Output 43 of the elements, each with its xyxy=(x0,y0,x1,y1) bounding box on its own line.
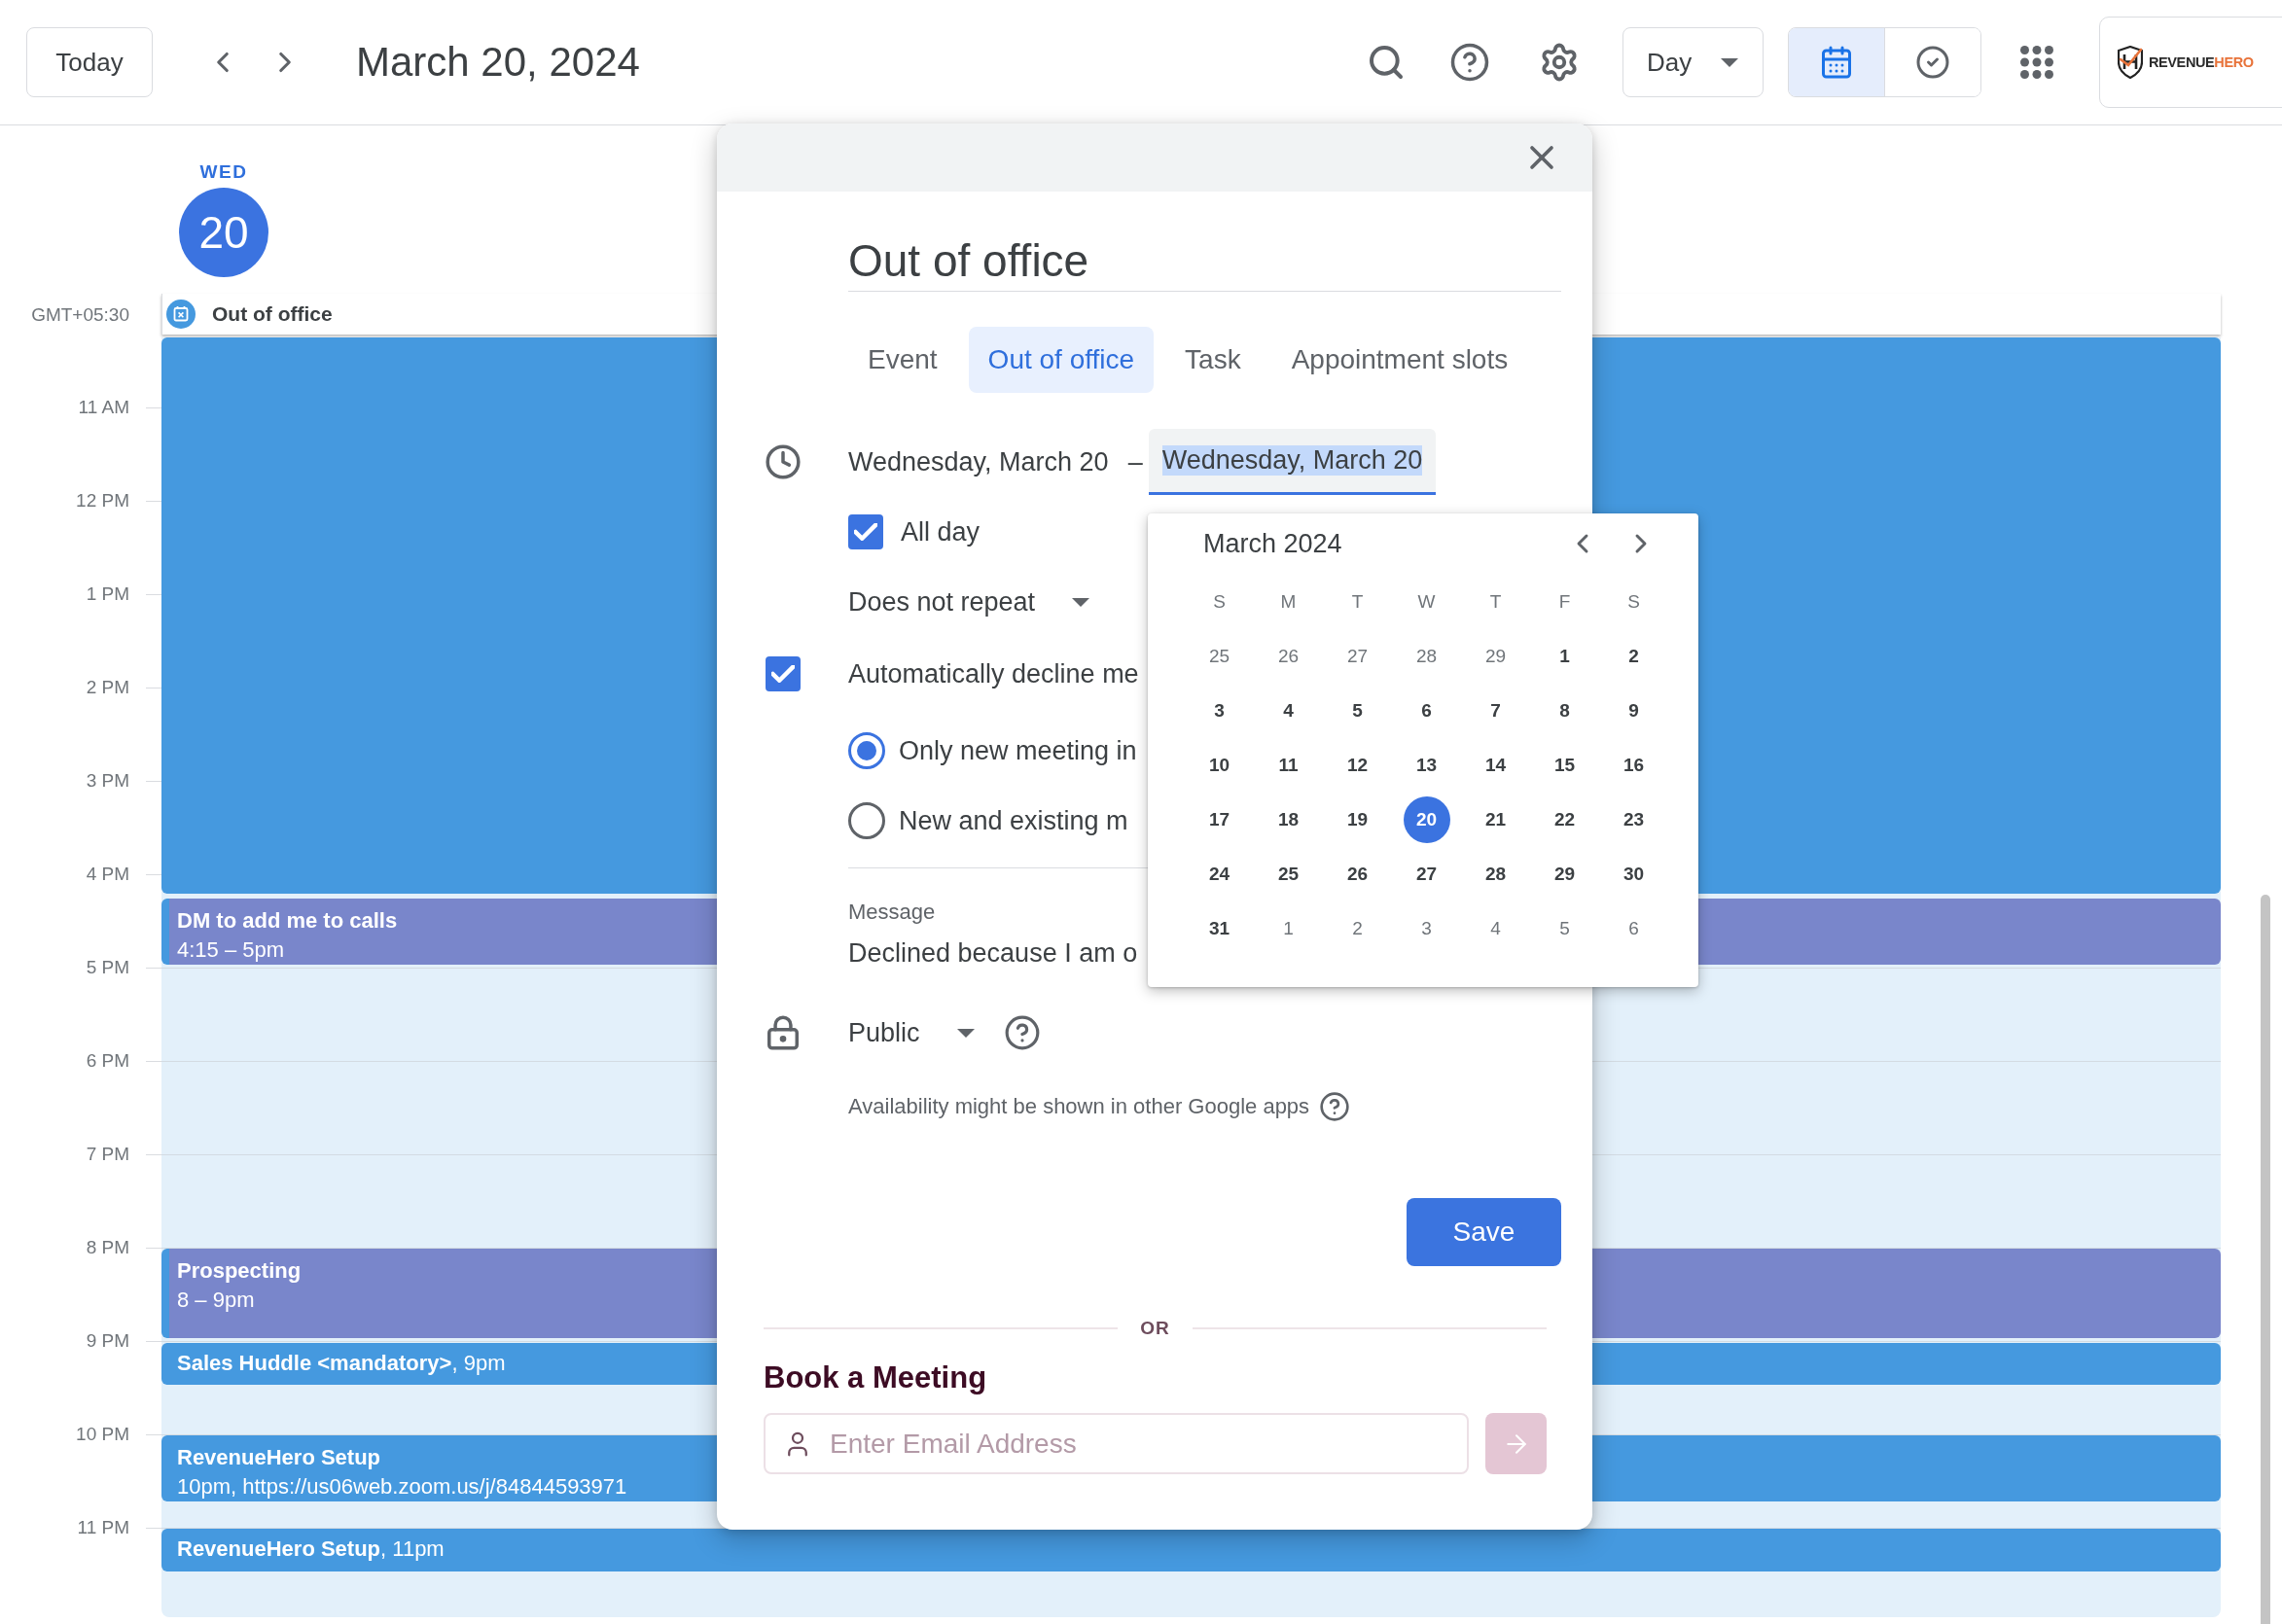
event-summary: RevenueHero Setup, 11pm xyxy=(177,1536,445,1563)
event-title: RevenueHero Setup xyxy=(177,1444,381,1471)
event-time: 8 – 9pm xyxy=(177,1287,255,1314)
hour-label: 11 PM xyxy=(76,1516,129,1539)
event-title: Prospecting xyxy=(177,1257,302,1285)
weekday-label: WED xyxy=(199,160,248,184)
auto-decline-label: Automatically decline me xyxy=(848,658,1139,689)
hour-label: 12 PM xyxy=(75,489,129,512)
weekday-label: F xyxy=(1558,590,1571,613)
date-separator: – xyxy=(1127,446,1143,477)
timezone-label: GMT+05:30 xyxy=(31,303,129,326)
hour-label: 6 PM xyxy=(85,1049,129,1073)
weekday-label: W xyxy=(1417,590,1436,613)
all-day-label: All day xyxy=(901,516,981,547)
all-day-event-title: Out of office xyxy=(212,302,333,326)
hour-label: 2 PM xyxy=(85,676,129,699)
weekday-label: T xyxy=(1489,590,1502,613)
hour-label: 3 PM xyxy=(85,769,129,793)
hour-label: 7 PM xyxy=(85,1143,129,1166)
hour-label: 5 PM xyxy=(85,956,129,979)
weekday-label: S xyxy=(1213,590,1226,613)
hour-label: 11 AM xyxy=(77,396,129,419)
event-time: 4:15 – 5pm xyxy=(177,936,285,964)
event-title: DM to add me to calls xyxy=(177,907,398,935)
booking-heading: Book a Meeting xyxy=(764,1360,987,1395)
hour-label: 8 PM xyxy=(85,1236,129,1259)
date-title: March 20, 2024 xyxy=(356,39,640,86)
logo-wordmark: REVENUEHERO xyxy=(2149,54,2254,70)
hour-label: 1 PM xyxy=(85,583,129,606)
hour-label: 10 PM xyxy=(75,1423,129,1446)
event-summary: Sales Huddle <mandatory>, 9pm xyxy=(177,1350,506,1377)
hour-label: 4 PM xyxy=(85,863,129,886)
decline-option-label: Only new meeting in xyxy=(899,735,1137,766)
hour-label: 9 PM xyxy=(85,1329,129,1353)
or-label: OR xyxy=(1140,1318,1170,1339)
weekday-label: M xyxy=(1280,590,1297,613)
decline-option-label: New and existing m xyxy=(899,805,1128,836)
event-time: 10pm, https://us06web.zoom.us/j/84844593971 xyxy=(177,1473,627,1500)
month-title: March 2024 xyxy=(1203,528,1342,559)
availability-note: Availability might be shown in other Google apps xyxy=(848,1093,1310,1120)
weekday-label: T xyxy=(1351,590,1364,613)
weekday-label: S xyxy=(1627,590,1640,613)
message-label: Message xyxy=(848,899,936,926)
